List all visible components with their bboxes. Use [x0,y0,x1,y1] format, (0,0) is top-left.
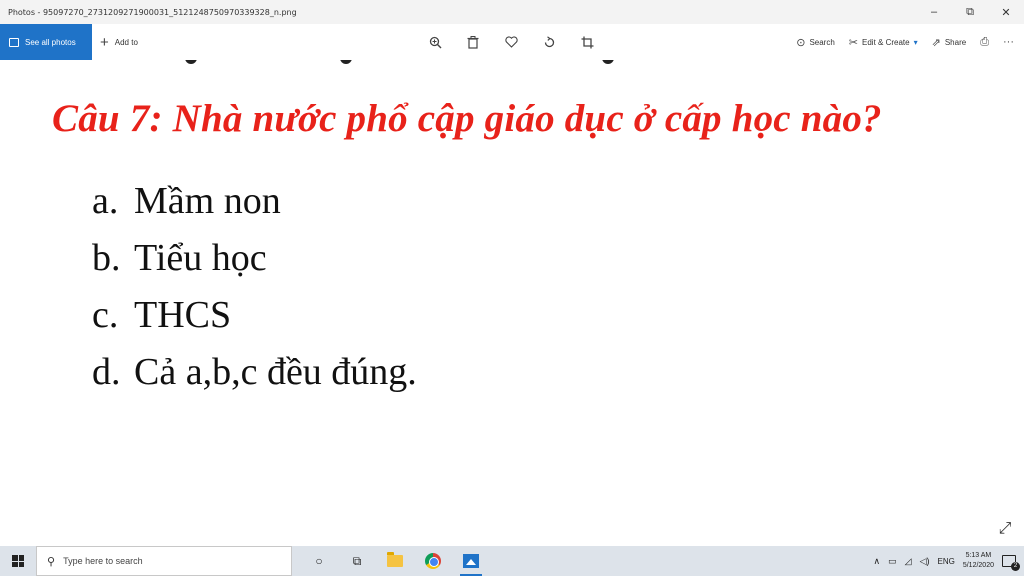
clock[interactable]: 5:13 AM 5/12/2020 [963,551,994,571]
answer-text: Mầm non [134,180,281,222]
answer-key: d. [92,351,121,393]
answer-text: Cả a,b,c đều đúng. [134,351,417,393]
search-button[interactable]: ⊙ Search [796,36,835,49]
cortana-icon[interactable]: ○ [302,546,336,576]
system-tray: ∧ ▭ ◿ ◁) ENG 5:13 AM 5/12/2020 2 [874,546,1024,576]
delete-icon[interactable] [463,32,483,52]
right-toolbar: ⊙ Search ✂ Edit & Create ▾ ⇗ Share ⎙ ··· [796,24,1014,60]
answer-option-c: c. THCS [92,291,417,348]
edit-create-icon: ✂ [848,36,859,49]
share-label: Share [944,37,967,47]
add-to-button[interactable]: + Add to [100,24,138,60]
answer-option-b: b. Tiểu học [92,234,417,291]
pinned-apps: ○ ⧉ [302,546,488,576]
rotate-icon[interactable] [539,32,559,52]
answer-key: c. [92,294,119,336]
restore-button[interactable]: ⧉ [952,0,988,24]
answer-text: THCS [134,294,232,336]
plus-icon: + [100,33,109,51]
question-title: Câu 7: Nhà nước phổ cập giáo dục ở cấp h… [52,97,882,140]
file-explorer-icon[interactable] [378,546,412,576]
windows-logo-icon [12,555,24,567]
cropped-previous-line [0,60,1024,66]
photos-app-icon[interactable] [454,546,488,576]
share-button[interactable]: ⇗ Share [932,36,967,49]
window-title: Photos - 95097270_2731209271900031_51212… [8,7,297,17]
chevron-down-icon: ▾ [913,37,918,47]
title-bar: Photos - 95097270_2731209271900031_51212… [0,0,1024,24]
search-icon: ⊙ [796,36,806,49]
image-viewer: Câu 7: Nhà nước phổ cập giáo dục ở cấp h… [0,60,1024,546]
battery-icon[interactable]: ▭ [888,556,897,567]
answer-option-a: a. Mầm non [92,177,417,234]
see-all-photos-label: See all photos [25,37,76,47]
crop-icon[interactable] [577,32,597,52]
close-button[interactable]: ✕ [988,0,1024,24]
photos-gallery-icon [9,37,19,47]
answer-option-d: d. Cả a,b,c đều đúng. [92,348,417,405]
network-icon[interactable]: ◿ [905,556,912,567]
answer-key: a. [92,180,119,222]
start-button[interactable] [0,546,36,576]
volume-icon[interactable]: ◁) [920,556,930,567]
show-hidden-icons-chevron-icon[interactable]: ∧ [874,556,881,567]
notification-count: 2 [1011,562,1020,571]
search-label: Search [809,37,835,47]
more-icon: ··· [1003,36,1014,48]
app-toolbar: See all photos + Add to ⊙ Search ✂ Edit … [0,24,1024,60]
taskbar-search-box[interactable]: ⚲ Type here to search [36,546,292,576]
search-placeholder: Type here to search [63,556,143,566]
see-all-photos-button[interactable]: See all photos [0,24,92,60]
expand-icon[interactable]: ⤢ [996,520,1014,538]
answer-key: b. [92,237,121,279]
clock-date: 5/12/2020 [962,562,994,569]
notification-center-icon[interactable]: 2 [1002,555,1020,571]
language-indicator[interactable]: ENG [938,557,955,566]
chrome-icon[interactable] [416,546,450,576]
print-icon: ⎙ [980,35,989,48]
heart-icon[interactable] [501,32,521,52]
search-icon: ⚲ [47,555,56,568]
edit-create-button[interactable]: ✂ Edit & Create ▾ [849,36,918,49]
taskbar: ⚲ Type here to search ○ ⧉ ∧ ▭ ◿ ◁) ENG 5… [0,546,1024,576]
minimize-button[interactable]: – [916,0,952,24]
zoom-icon[interactable] [425,32,445,52]
print-button[interactable]: ⎙ [980,36,989,49]
more-options-button[interactable]: ··· [1003,36,1014,48]
task-view-icon[interactable]: ⧉ [340,546,374,576]
edit-create-label: Edit & Create [862,37,910,47]
answer-text: Tiểu học [134,237,267,279]
add-to-label: Add to [114,37,138,47]
clock-time: 5:13 AM [965,552,992,559]
answer-list: a. Mầm non b. Tiểu học c. THCS d. Cả a,b,c đ… [92,177,417,405]
share-icon: ⇗ [931,36,941,49]
image-tools [425,24,597,60]
